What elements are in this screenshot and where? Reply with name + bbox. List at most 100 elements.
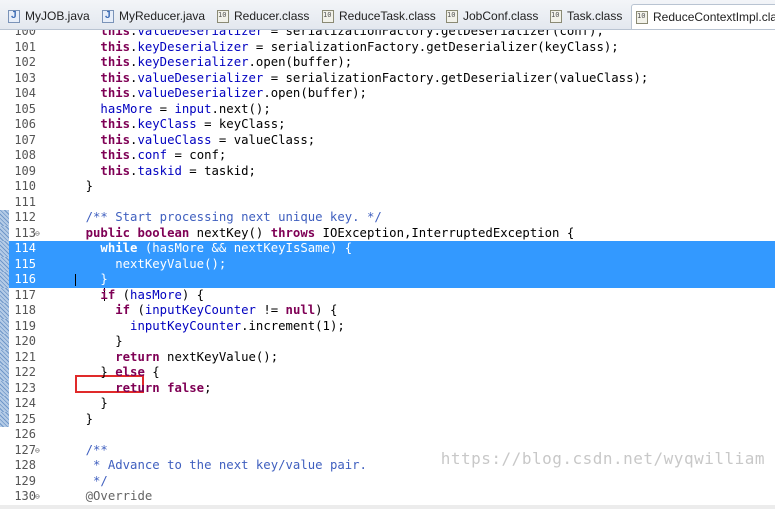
code-token: nextKey() (189, 225, 271, 240)
code-token: keyDeserializer (137, 39, 249, 54)
tab-reducetask-class[interactable]: ReduceTask.class (318, 4, 436, 28)
code-token: .increment(1); (241, 318, 345, 333)
code-line[interactable]: 102 this.keyDeserializer.open(buffer); (0, 55, 775, 71)
class-file-icon (446, 9, 458, 23)
code-token: } (56, 179, 94, 193)
code-token: if (100, 287, 116, 302)
line-number: 107 (14, 132, 36, 147)
code-text: this.keyDeserializer = serializationFact… (56, 39, 618, 56)
code-line[interactable]: 125 } (0, 411, 775, 428)
code-token: nextKeyIsSame (233, 241, 330, 255)
code-line[interactable]: 130 ⊖ @Override (0, 489, 775, 505)
code-token: nextKeyValue(); (159, 349, 279, 364)
code-text: this.valueDeserializer = serializationFa… (56, 30, 603, 40)
horizontal-scrollbar[interactable] (0, 505, 775, 509)
code-line[interactable]: 111 (0, 195, 775, 211)
code-line[interactable]: 129 */ (0, 474, 775, 490)
code-token: } (56, 334, 123, 348)
code-line[interactable]: 100 this.valueDeserializer = serializati… (0, 30, 775, 40)
code-line[interactable]: 119 inputKeyCounter.increment(1); (0, 318, 775, 335)
code-line[interactable]: 106 this.keyClass = keyClass; (0, 117, 775, 133)
line-number: 124 (14, 396, 36, 410)
tab-reducecontextimpl-class[interactable]: ReduceContextImpl.class (631, 4, 775, 29)
tab-myreducer-java[interactable]: MyReducer.java (98, 4, 205, 28)
code-line[interactable]: 118 if (inputKeyCounter != null) { (0, 303, 775, 319)
code-line[interactable]: 101 this.keyDeserializer = serialization… (0, 40, 775, 56)
code-token: ; (204, 380, 212, 395)
code-text: } (56, 396, 107, 412)
code-editor[interactable]: 100 this.valueDeserializer = serializati… (0, 30, 775, 509)
tab-label: ReduceContextImpl.class (653, 10, 775, 24)
code-text: hasMore = input.next(); (56, 101, 270, 118)
code-line[interactable]: 117 if (hasMore) { (0, 287, 775, 303)
code-text: while (hasMore && nextKeyIsSame) { (56, 241, 352, 257)
code-line[interactable]: 123 return false; (0, 380, 775, 397)
code-token: = taskid; (181, 163, 256, 178)
tab-jobconf-class[interactable]: JobConf.class (442, 4, 538, 28)
code-text: this.keyDeserializer.open(buffer); (56, 55, 352, 71)
code-token: /** (85, 442, 108, 457)
tab-myjob-java[interactable]: MyJOB.java (4, 4, 90, 28)
code-token: } (56, 272, 108, 286)
code-line[interactable]: 112 /** Start processing next unique key… (0, 210, 775, 226)
code-token: this (100, 30, 131, 38)
code-token: } (56, 365, 116, 379)
fold-toggle-icon[interactable]: ⊖ (35, 229, 40, 238)
tab-reducer-class[interactable]: Reducer.class (213, 4, 309, 28)
code-token: inputKeyCounter (130, 318, 242, 333)
code-line[interactable]: 126 (0, 427, 775, 443)
code-line[interactable]: 108 this.conf = conf; (0, 148, 775, 164)
code-line[interactable]: 105 hasMore = input.next(); (0, 102, 775, 118)
code-line[interactable]: 107 this.valueClass = valueClass; (0, 133, 775, 149)
code-line[interactable]: 103 this.valueDeserializer = serializati… (0, 71, 775, 87)
class-file-icon (636, 10, 648, 24)
code-text: inputKeyCounter.increment(1); (56, 319, 345, 335)
code-token: this (100, 148, 131, 162)
code-token: IOException,InterruptedException { (315, 225, 575, 240)
tab-task-class[interactable]: Task.class (546, 4, 622, 28)
code-text: } (56, 412, 93, 428)
class-file-icon (322, 9, 334, 23)
code-token: = serializationFactory.getDeserializer(v… (263, 70, 649, 85)
code-line[interactable]: 114 while (hasMore && nextKeyIsSame) { (0, 241, 775, 257)
code-token: input (174, 101, 212, 116)
code-line[interactable]: 120 } (0, 334, 775, 350)
line-number: 105 (14, 101, 36, 116)
line-number: 106 (14, 117, 36, 131)
code-line[interactable]: 104 this.valueDeserializer.open(buffer); (0, 86, 775, 102)
code-line[interactable]: 109 this.taskid = taskid; (0, 164, 775, 180)
code-text: /** Start processing next unique key. */ (56, 210, 382, 226)
code-text: return nextKeyValue(); (56, 350, 278, 366)
code-token: this (100, 39, 131, 54)
code-token: this (100, 55, 131, 69)
code-token: return (115, 380, 160, 395)
code-token: else (115, 365, 145, 379)
code-line[interactable]: 116 } (0, 272, 775, 288)
line-number: 123 (14, 380, 36, 395)
tab-label: ReduceTask.class (339, 9, 436, 23)
line-number: 129 (14, 473, 36, 488)
code-line[interactable]: 122 } else { (0, 365, 775, 381)
code-text: this.keyClass = keyClass; (56, 117, 285, 133)
code-line[interactable]: 121 return nextKeyValue(); (0, 349, 775, 366)
code-text: return false; (56, 380, 212, 397)
fold-toggle-icon[interactable]: ⊖ (35, 492, 40, 501)
code-line[interactable]: 110 } (0, 179, 775, 195)
code-token: hasMore (152, 241, 205, 255)
code-line[interactable]: 113 ⊖ public boolean nextKey() throws IOE… (0, 225, 775, 241)
fold-toggle-icon[interactable]: ⊖ (35, 446, 40, 455)
code-token: = conf; (167, 148, 227, 162)
code-token: */ (93, 473, 108, 488)
code-line[interactable]: 124 } (0, 396, 775, 412)
code-line[interactable]: 115 nextKeyValue(); (0, 256, 775, 272)
